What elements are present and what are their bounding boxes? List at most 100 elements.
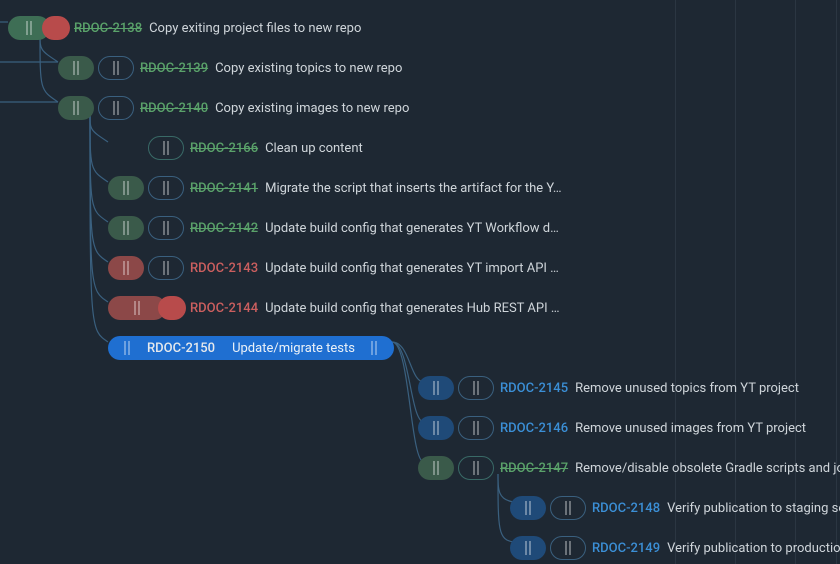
task-bar-overrun[interactable]	[158, 296, 186, 320]
drag-handle-icon	[433, 421, 439, 435]
issue-title: Update build config that generates YT im…	[265, 261, 559, 276]
issue-title: Update build config that generates Hub R…	[265, 301, 559, 316]
task-bar[interactable]	[108, 176, 144, 200]
issue-title: Remove unused images from YT project	[575, 421, 806, 436]
issue-id: RDOC-2143	[190, 261, 258, 276]
task-label[interactable]: RDOC-2166 Clean up content	[190, 136, 363, 160]
task-label[interactable]: RDOC-2141 Migrate the script that insert…	[190, 176, 562, 200]
issue-title: Remove unused topics from YT project	[575, 381, 799, 396]
gantt-row[interactable]: RDOC-2166 Clean up content	[0, 128, 840, 168]
drag-handle-icon	[433, 461, 439, 475]
issue-title: Copy existing topics to new repo	[215, 61, 402, 76]
issue-id: RDOC-2148	[592, 501, 660, 516]
task-bar[interactable]	[58, 56, 94, 80]
task-label[interactable]: RDOC-2147 Remove/disable obsolete Gradle…	[500, 456, 840, 480]
drag-handle-icon	[163, 141, 169, 155]
drag-handle-icon	[371, 341, 377, 355]
drag-handle-icon	[73, 61, 79, 75]
task-label[interactable]: RDOC-2149 Verify publication to producti…	[592, 536, 840, 560]
task-bar-outline[interactable]	[550, 536, 586, 560]
gantt-row[interactable]: RDOC-2148 Verify publication to staging …	[0, 488, 840, 528]
drag-handle-icon	[113, 61, 119, 75]
drag-handle-icon	[565, 541, 571, 555]
drag-handle-icon	[123, 261, 129, 275]
task-label[interactable]: RDOC-2148 Verify publication to staging …	[592, 496, 840, 520]
task-label[interactable]: RDOC-2145 Remove unused topics from YT p…	[500, 376, 799, 400]
issue-title: Update build config that generates YT Wo…	[265, 221, 559, 236]
task-bar-outline[interactable]	[148, 256, 184, 280]
task-bar-outline[interactable]	[458, 376, 494, 400]
drag-handle-icon	[123, 181, 129, 195]
issue-title: Verify publication to production	[667, 541, 840, 556]
task-bar-outline[interactable]	[148, 176, 184, 200]
issue-id: RDOC-2144	[190, 301, 258, 316]
drag-handle-icon	[473, 461, 479, 475]
issue-id: RDOC-2149	[592, 541, 660, 556]
task-bar[interactable]	[418, 416, 454, 440]
issue-title: Update/migrate tests	[232, 341, 355, 356]
drag-handle-icon	[525, 541, 531, 555]
gantt-row[interactable]: RDOC-2144 Update build config that gener…	[0, 288, 840, 328]
task-bar[interactable]	[108, 256, 144, 280]
task-bar[interactable]	[510, 536, 546, 560]
gantt-row[interactable]: RDOC-2145 Remove unused topics from YT p…	[0, 368, 840, 408]
drag-handle-icon	[163, 221, 169, 235]
issue-id: RDOC-2138	[74, 21, 142, 36]
drag-handle-icon	[163, 181, 169, 195]
drag-handle-icon	[113, 101, 119, 115]
drag-handle-icon	[473, 381, 479, 395]
task-bar-outline[interactable]	[458, 456, 494, 480]
issue-title: Copy existing images to new repo	[215, 101, 409, 116]
gantt-row[interactable]: RDOC-2141 Migrate the script that insert…	[0, 168, 840, 208]
task-bar-outline[interactable]	[98, 56, 134, 80]
task-bar-overrun[interactable]	[42, 16, 70, 40]
task-bar-outline[interactable]	[458, 416, 494, 440]
task-label[interactable]: RDOC-2139 Copy existing topics to new re…	[140, 56, 402, 80]
drag-handle-icon	[433, 381, 439, 395]
task-label[interactable]: RDOC-2138 Copy exiting project files to …	[74, 16, 361, 40]
drag-handle-icon	[26, 21, 32, 35]
gantt-row-selected[interactable]: RDOC-2150 Update/migrate tests	[0, 328, 840, 368]
task-bar-outline[interactable]	[148, 136, 184, 160]
issue-id: RDOC-2146	[500, 421, 568, 436]
task-bar-outline[interactable]	[98, 96, 134, 120]
issue-title: Copy exiting project files to new repo	[149, 21, 361, 36]
drag-handle-icon	[124, 341, 130, 355]
gantt-row[interactable]: RDOC-2140 Copy existing images to new re…	[0, 88, 840, 128]
drag-handle-icon	[473, 421, 479, 435]
task-bar-selected[interactable]: RDOC-2150 Update/migrate tests	[108, 336, 394, 360]
drag-handle-icon	[163, 261, 169, 275]
gantt-row[interactable]: RDOC-2143 Update build config that gener…	[0, 248, 840, 288]
task-bar-outline[interactable]	[550, 496, 586, 520]
task-bar-outline[interactable]	[148, 216, 184, 240]
task-bar[interactable]	[418, 456, 454, 480]
gantt-row[interactable]: RDOC-2142 Update build config that gener…	[0, 208, 840, 248]
issue-id: RDOC-2150	[147, 341, 215, 356]
issue-title: Verify publication to staging server	[667, 501, 840, 516]
issue-id: RDOC-2147	[500, 461, 568, 476]
drag-handle-icon	[525, 501, 531, 515]
issue-id: RDOC-2142	[190, 221, 258, 236]
task-label[interactable]: RDOC-2140 Copy existing images to new re…	[140, 96, 409, 120]
issue-id: RDOC-2166	[190, 141, 258, 156]
task-label[interactable]: RDOC-2146 Remove unused images from YT p…	[500, 416, 806, 440]
task-label[interactable]: RDOC-2143 Update build config that gener…	[190, 256, 559, 280]
gantt-row[interactable]: RDOC-2146 Remove unused images from YT p…	[0, 408, 840, 448]
issue-id: RDOC-2140	[140, 101, 208, 116]
issue-id: RDOC-2145	[500, 381, 568, 396]
task-bar[interactable]	[58, 96, 94, 120]
gantt-row[interactable]: RDOC-2138 Copy exiting project files to …	[0, 8, 840, 48]
drag-handle-icon	[565, 501, 571, 515]
task-label[interactable]: RDOC-2142 Update build config that gener…	[190, 216, 559, 240]
gantt-row[interactable]: RDOC-2149 Verify publication to producti…	[0, 528, 840, 564]
task-label[interactable]: RDOC-2144 Update build config that gener…	[190, 296, 560, 320]
drag-handle-icon	[73, 101, 79, 115]
gantt-row[interactable]: RDOC-2139 Copy existing topics to new re…	[0, 48, 840, 88]
task-bar[interactable]	[418, 376, 454, 400]
drag-handle-icon	[123, 221, 129, 235]
task-bar[interactable]	[108, 216, 144, 240]
gantt-row[interactable]: RDOC-2147 Remove/disable obsolete Gradle…	[0, 448, 840, 488]
issue-title: Remove/disable obsolete Gradle scripts a…	[575, 461, 840, 476]
issue-title: Migrate the script that inserts the arti…	[265, 181, 561, 196]
task-bar[interactable]	[510, 496, 546, 520]
